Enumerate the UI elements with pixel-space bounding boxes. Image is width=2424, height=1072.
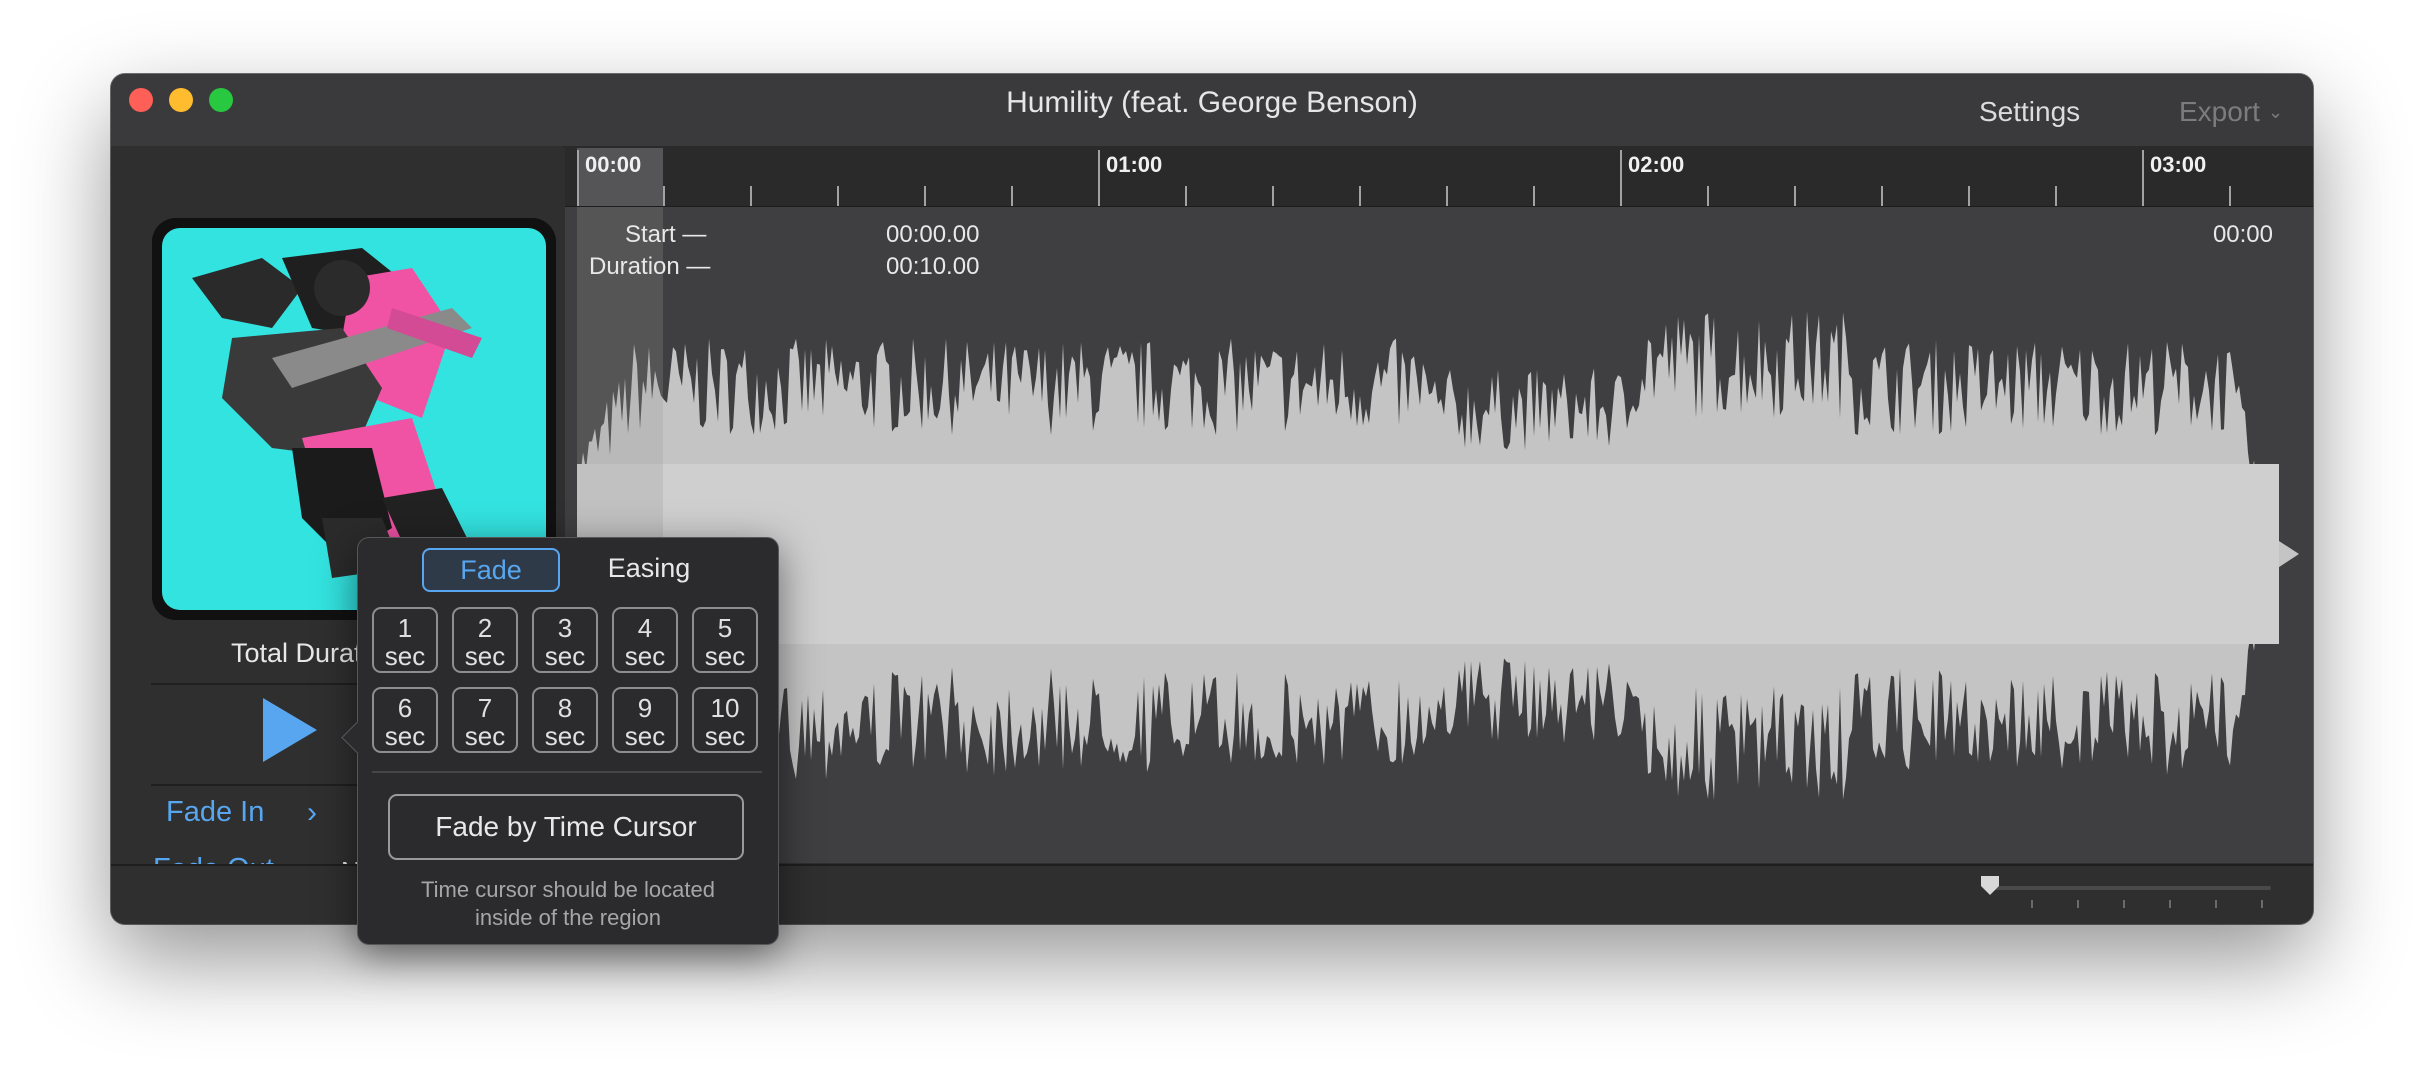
total-duration-label: Total Durat	[231, 638, 362, 668]
export-label: Export	[2179, 96, 2260, 127]
ruler-minor-tick	[1446, 186, 1448, 206]
region-duration-value: 00:10.00	[886, 253, 980, 280]
preset-5-sec-button[interactable]: 5 sec	[692, 607, 758, 673]
fade-in-chevron-icon[interactable]: ›	[307, 796, 317, 830]
preset-1-sec-button[interactable]: 1 sec	[372, 607, 438, 673]
region-start-label-text: Start —	[625, 221, 707, 248]
preset-10-sec-button[interactable]: 10 sec	[692, 687, 758, 753]
preset-number: 8	[557, 693, 573, 723]
chevron-down-icon: ⌄	[2267, 102, 2284, 122]
region-duration-label: Duration —	[589, 253, 711, 280]
preset-number: 5	[717, 613, 733, 643]
waveform-area[interactable]: Start — 00:00.00 Duration — 00:10.00 00:…	[565, 207, 2313, 863]
play-icon[interactable]	[259, 696, 319, 764]
preset-unit: sec	[544, 641, 586, 671]
popover-divider	[372, 771, 762, 773]
title-bar: Humility (feat. George Benson) Settings …	[111, 74, 2313, 147]
ruler-major-tick	[577, 150, 579, 206]
preset-unit: sec	[704, 641, 746, 671]
preset-number: 7	[477, 693, 493, 723]
ruler-minor-tick	[1011, 186, 1013, 206]
ruler-major-tick	[2142, 150, 2144, 206]
preset-number: 3	[557, 613, 573, 643]
export-button[interactable]: Export ⌄	[2179, 96, 2283, 128]
timeline-ruler[interactable]: 00:00 01:00 02:00 03:00	[565, 146, 2313, 207]
ruler-minor-tick	[837, 186, 839, 206]
preset-unit: sec	[624, 641, 666, 671]
zoom-slider-thumb[interactable]	[1979, 874, 2001, 896]
popover-note-line-1: Time cursor should be located	[421, 877, 715, 902]
waveform-core	[577, 464, 2279, 644]
preset-unit: sec	[624, 721, 666, 751]
tab-fade[interactable]: Fade	[422, 548, 560, 592]
preset-6-sec-button[interactable]: 6 sec	[372, 687, 438, 753]
preset-number: 10	[710, 693, 740, 723]
preset-8-sec-button[interactable]: 8 sec	[532, 687, 598, 753]
zoom-tick	[2169, 900, 2171, 908]
zoom-tick	[2123, 900, 2125, 908]
ruler-minor-tick	[1359, 186, 1361, 206]
zoom-tick	[2031, 900, 2033, 908]
ruler-minor-tick	[2229, 186, 2231, 206]
popover-note: Time cursor should be located inside of …	[378, 876, 758, 932]
popover-note-line-2: inside of the region	[475, 905, 661, 930]
zoom-tick	[2261, 900, 2263, 908]
playhead-time: 00:00	[2212, 221, 2273, 248]
preset-unit: sec	[464, 641, 506, 671]
preset-unit: sec	[384, 641, 426, 671]
preset-number: 6	[397, 693, 413, 723]
ruler-minor-tick	[2055, 186, 2057, 206]
waveform	[577, 311, 2299, 801]
preset-number: 4	[637, 613, 653, 643]
preset-unit: sec	[704, 721, 746, 751]
fade-in-label[interactable]: Fade In	[166, 796, 264, 829]
ruler-major-tick	[1098, 150, 1100, 206]
ruler-minor-tick	[1533, 186, 1535, 206]
settings-button[interactable]: Settings	[1979, 96, 2080, 128]
ruler-minor-tick	[663, 186, 665, 206]
preset-3-sec-button[interactable]: 3 sec	[532, 607, 598, 673]
preset-4-sec-button[interactable]: 4 sec	[612, 607, 678, 673]
ruler-minor-tick	[1881, 186, 1883, 206]
zoom-tick	[2077, 900, 2079, 908]
region-start-value: 00:00.00	[886, 221, 980, 248]
zoom-tick	[2215, 900, 2217, 908]
preset-7-sec-button[interactable]: 7 sec	[452, 687, 518, 753]
preset-unit: sec	[464, 721, 506, 751]
preset-unit: sec	[384, 721, 426, 751]
zoom-slider-track[interactable]	[1991, 886, 2271, 890]
ruler-minor-tick	[924, 186, 926, 206]
fade-by-time-cursor-button[interactable]: Fade by Time Cursor	[388, 794, 744, 860]
ruler-minor-tick	[750, 186, 752, 206]
preset-2-sec-button[interactable]: 2 sec	[452, 607, 518, 673]
region-start-label	[565, 221, 871, 249]
preset-number: 9	[637, 693, 653, 723]
ruler-label-1: 01:00	[1106, 152, 1163, 177]
preset-number: 1	[397, 613, 413, 643]
tab-easing[interactable]: Easing	[582, 548, 716, 588]
ruler-major-tick	[1620, 150, 1622, 206]
ruler-label-0: 00:00	[585, 152, 642, 177]
ruler-minor-tick	[1707, 186, 1709, 206]
preset-number: 2	[477, 613, 493, 643]
preset-9-sec-button[interactable]: 9 sec	[612, 687, 678, 753]
fade-in-popover: Fade Easing 1 sec 2 sec 3 sec 4 sec 5 sec 6 se…	[341, 537, 779, 945]
ruler-label-2: 02:00	[1628, 152, 1685, 177]
preset-unit: sec	[544, 721, 586, 751]
ruler-minor-tick	[1794, 186, 1796, 206]
ruler-label-3: 03:00	[2150, 152, 2207, 177]
ruler-minor-tick	[1185, 186, 1187, 206]
ruler-minor-tick	[1968, 186, 1970, 206]
ruler-minor-tick	[1272, 186, 1274, 206]
